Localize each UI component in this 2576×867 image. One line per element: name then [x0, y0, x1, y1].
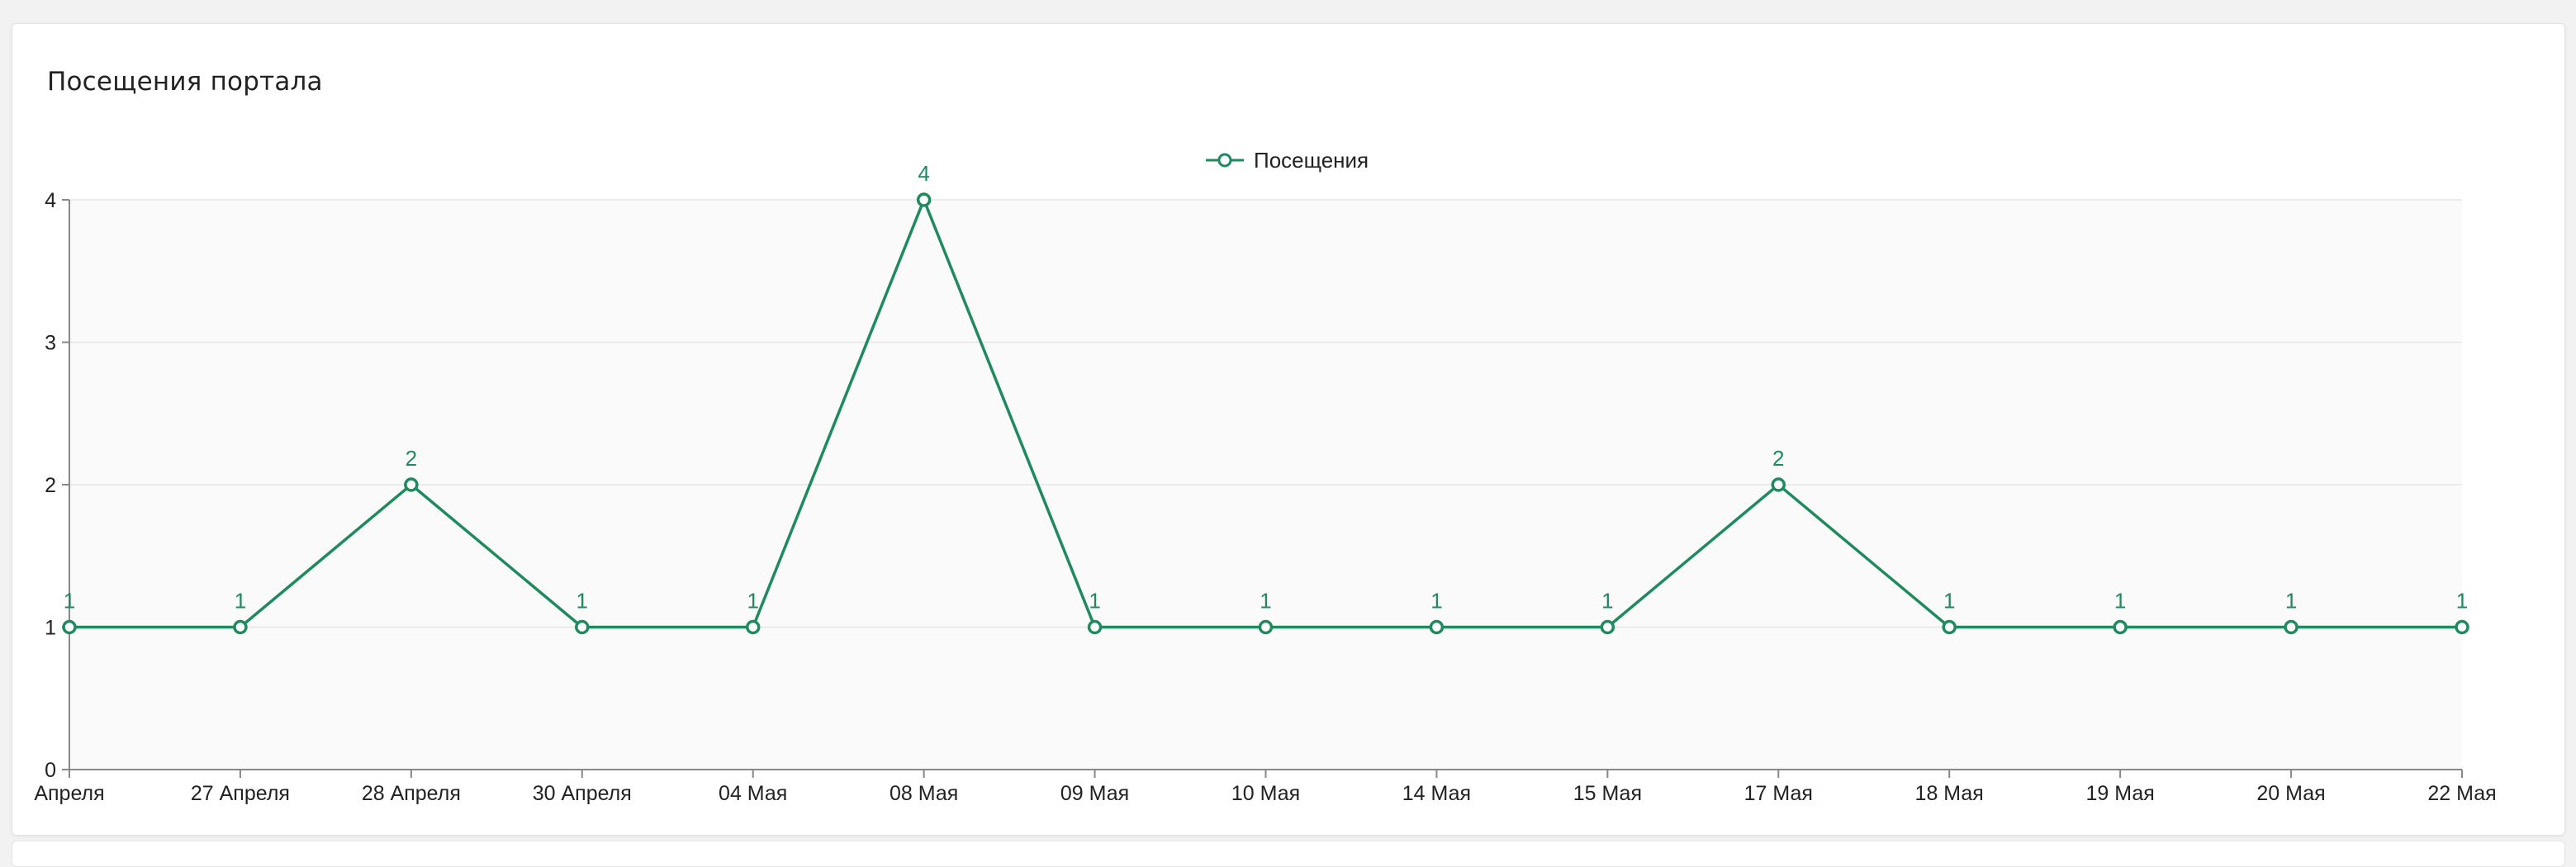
data-label: 1	[576, 589, 588, 614]
x-tick-label: 08 Мая	[890, 782, 958, 805]
y-tick-label: 3	[45, 332, 56, 355]
legend[interactable]: Посещения	[1206, 148, 1369, 173]
data-point	[2284, 619, 2298, 635]
x-tick-label: 10 Мая	[1231, 782, 1300, 805]
data-label: 1	[1943, 589, 1955, 614]
x-tick-label: 20 Мая	[2256, 782, 2325, 805]
y-tick-label: 2	[45, 474, 56, 497]
x-tick-label: 30 Апреля	[533, 782, 632, 805]
x-tick-label: 22 Мая	[2427, 782, 2496, 805]
x-tick-label: Апреля	[34, 782, 104, 805]
y-tick-label: 1	[45, 617, 56, 640]
data-label: 1	[2456, 589, 2468, 614]
x-tick-label: 14 Мая	[1402, 782, 1471, 805]
x-tick-label: 17 Мая	[1744, 782, 1813, 805]
data-point	[2455, 619, 2469, 635]
data-label: 1	[235, 589, 246, 614]
data-label: 1	[1260, 589, 1271, 614]
x-tick-label: 04 Мая	[719, 782, 787, 805]
data-point	[62, 619, 77, 635]
data-label: 1	[1430, 589, 1442, 614]
data-label: 1	[2285, 589, 2297, 614]
data-point	[916, 192, 932, 207]
data-label: 1	[2114, 589, 2126, 614]
data-label: 1	[1601, 589, 1613, 614]
x-tick-label: 27 Апреля	[191, 782, 290, 805]
legend-point-marker	[1217, 153, 1232, 168]
y-tick-label: 4	[45, 189, 56, 212]
data-point	[575, 619, 590, 635]
data-point	[1942, 619, 1957, 635]
data-point	[1087, 619, 1103, 635]
data-point	[1258, 619, 1274, 635]
data-label: 1	[747, 589, 758, 614]
data-point	[1600, 619, 1615, 635]
data-label: 1	[64, 589, 75, 614]
y-tick-label: 0	[45, 759, 56, 782]
x-tick-label: 09 Мая	[1060, 782, 1129, 805]
x-tick-label: 28 Апреля	[362, 782, 461, 805]
data-point	[745, 619, 761, 635]
x-tick-label: 19 Мая	[2085, 782, 2154, 805]
data-label: 1	[1089, 589, 1100, 614]
data-label: 2	[1772, 446, 1784, 471]
data-point	[404, 477, 419, 492]
data-label: 4	[918, 161, 929, 186]
legend-label: Посещения	[1254, 148, 1369, 173]
data-label: 2	[406, 446, 417, 471]
data-point	[1771, 477, 1786, 492]
visits-line-chart: 0 1 2 3 4 Апреля 27 Апреля 28 Апреля 30 Апреля 04…	[34, 148, 2496, 805]
data-point	[2113, 619, 2128, 635]
data-point	[233, 619, 248, 635]
data-point	[1429, 619, 1445, 635]
x-tick-label: 18 Мая	[1915, 782, 1984, 805]
x-tick-label: 15 Мая	[1573, 782, 1642, 805]
